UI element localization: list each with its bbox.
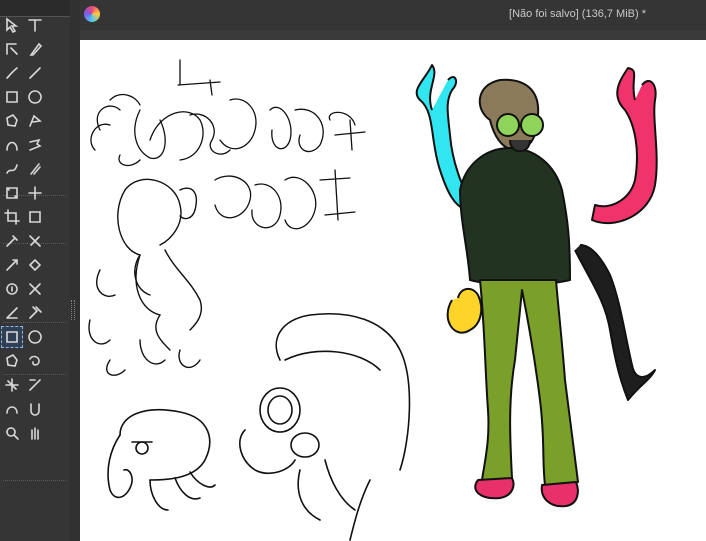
select-shapes-tool-button[interactable]: [1, 14, 23, 36]
freehand-brush-tool-button[interactable]: [1, 62, 23, 84]
reference-tool-button[interactable]: [24, 302, 46, 324]
text-tool-button[interactable]: [24, 14, 46, 36]
multibrush-tool-button[interactable]: [24, 158, 46, 180]
octopus-sketch: [88, 178, 202, 376]
enclosed-fill-tool-button[interactable]: [1, 278, 23, 300]
move-tool-button[interactable]: [24, 182, 46, 204]
freehand-selection-icon: [29, 355, 40, 366]
ellipse-icon: [28, 90, 42, 104]
zoom-tool-button[interactable]: [1, 422, 23, 444]
polygon-icon: [6, 113, 18, 127]
pan-icon: [31, 427, 39, 440]
assistant-icon: [29, 283, 41, 295]
small-octopus-sketch: [107, 408, 216, 511]
freehand-brush-icon: [6, 67, 18, 79]
gasmask-head-sketch: [239, 312, 411, 541]
rectangular-selection-tool-button[interactable]: [1, 326, 23, 348]
edit-shapes-icon: [6, 43, 18, 55]
contiguous-selection-tool-button[interactable]: [1, 374, 23, 396]
dynamic-brush-icon: [6, 164, 18, 174]
enclosed-fill-icon: [6, 283, 18, 295]
transform-tool-button[interactable]: [1, 182, 23, 204]
multibrush-icon: [30, 163, 41, 175]
letter-sketches: [90, 59, 366, 230]
freehand-selection-tool-button[interactable]: [24, 350, 46, 372]
krita-icon: [84, 6, 100, 22]
dynamic-brush-tool-button[interactable]: [1, 158, 23, 180]
bezier-curve-icon: [6, 141, 18, 151]
canvas-area[interactable]: [80, 30, 706, 541]
splitter-grip[interactable]: [71, 300, 75, 320]
artwork: [88, 59, 658, 541]
polyline-icon: [29, 114, 42, 127]
smart-patch-icon: [6, 259, 18, 271]
character-color-sketch: [415, 64, 658, 508]
fill-tool-button[interactable]: [24, 254, 46, 276]
toolbox: [0, 0, 70, 541]
color-picker-tool-button[interactable]: [1, 230, 23, 252]
transform-icon: [6, 187, 18, 199]
colorize-mask-icon: [29, 235, 41, 247]
panel-splitter[interactable]: [70, 0, 80, 541]
contiguous-selection-icon: [5, 378, 19, 392]
text-icon: [28, 19, 42, 32]
color-picker-icon: [6, 235, 18, 247]
line-icon: [29, 67, 41, 79]
bezier-selection-icon: [6, 406, 18, 414]
measure-tool-button[interactable]: [1, 302, 23, 324]
move-icon: [28, 186, 42, 200]
bezier-selection-tool-button[interactable]: [1, 398, 23, 420]
elliptical-selection-tool-button[interactable]: [24, 326, 46, 348]
rectangular-selection-icon: [6, 331, 18, 343]
polygon-tool-button[interactable]: [1, 110, 23, 132]
ellipse-tool-button[interactable]: [24, 86, 46, 108]
gradient-tool-button[interactable]: [24, 206, 46, 228]
drawing-canvas[interactable]: [80, 40, 706, 541]
reference-icon: [29, 306, 42, 319]
pan-tool-button[interactable]: [24, 422, 46, 444]
magnetic-selection-icon: [30, 403, 40, 416]
polygonal-selection-icon: [6, 353, 18, 367]
rectangle-icon: [6, 91, 18, 103]
freehand-path-icon: [29, 138, 42, 151]
measure-icon: [6, 307, 18, 319]
toolbox-separator: [3, 480, 66, 481]
smart-patch-tool-button[interactable]: [1, 254, 23, 276]
edit-shapes-tool-button[interactable]: [1, 38, 23, 60]
elliptical-selection-icon: [28, 330, 42, 344]
select-shapes-icon: [6, 17, 19, 33]
calligraphy-icon: [29, 42, 43, 56]
crop-icon: [4, 209, 20, 225]
crop-tool-button[interactable]: [1, 206, 23, 228]
document-tab-bar: [Não foi salvo] (136,7 MiB) *: [80, 0, 706, 30]
zoom-icon: [6, 427, 19, 440]
line-tool-button[interactable]: [24, 62, 46, 84]
calligraphy-tool-button[interactable]: [24, 38, 46, 60]
polygonal-selection-tool-button[interactable]: [1, 350, 23, 372]
colorize-mask-tool-button[interactable]: [24, 230, 46, 252]
document-title[interactable]: [Não foi salvo] (136,7 MiB) *: [509, 8, 646, 20]
similar-color-selection-icon: [29, 379, 41, 391]
similar-color-selection-tool-button[interactable]: [24, 374, 46, 396]
polyline-tool-button[interactable]: [24, 110, 46, 132]
assistant-tool-button[interactable]: [24, 278, 46, 300]
gradient-icon: [29, 211, 41, 223]
freehand-path-tool-button[interactable]: [24, 134, 46, 156]
rectangle-tool-button[interactable]: [1, 86, 23, 108]
bezier-curve-tool-button[interactable]: [1, 134, 23, 156]
fill-icon: [28, 258, 42, 272]
magnetic-selection-tool-button[interactable]: [24, 398, 46, 420]
